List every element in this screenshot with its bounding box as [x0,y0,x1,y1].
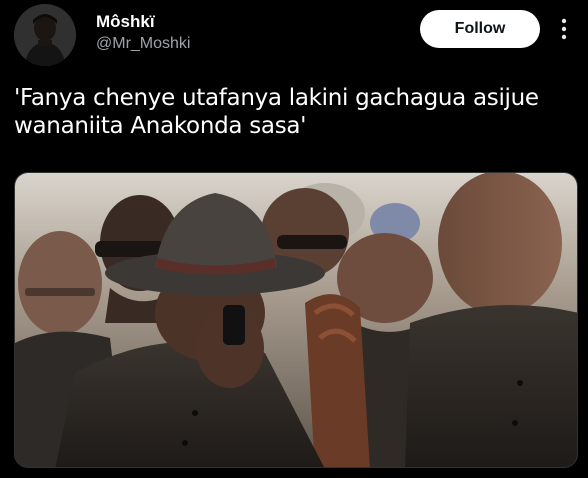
author-display-name[interactable]: Môshkï [96,12,155,32]
photo-image [15,173,577,467]
tweet-header: Môshkï @Mr_Moshki Follow [0,0,588,70]
avatar[interactable] [14,4,76,66]
tweet-photo[interactable] [14,172,578,468]
tweet-text: 'Fanya chenye utafanya lakini gachagua a… [14,85,539,139]
avatar-image [14,4,76,66]
follow-button[interactable]: Follow [420,10,540,48]
author-handle[interactable]: @Mr_Moshki [96,35,190,53]
more-vertical-icon[interactable] [556,16,572,42]
